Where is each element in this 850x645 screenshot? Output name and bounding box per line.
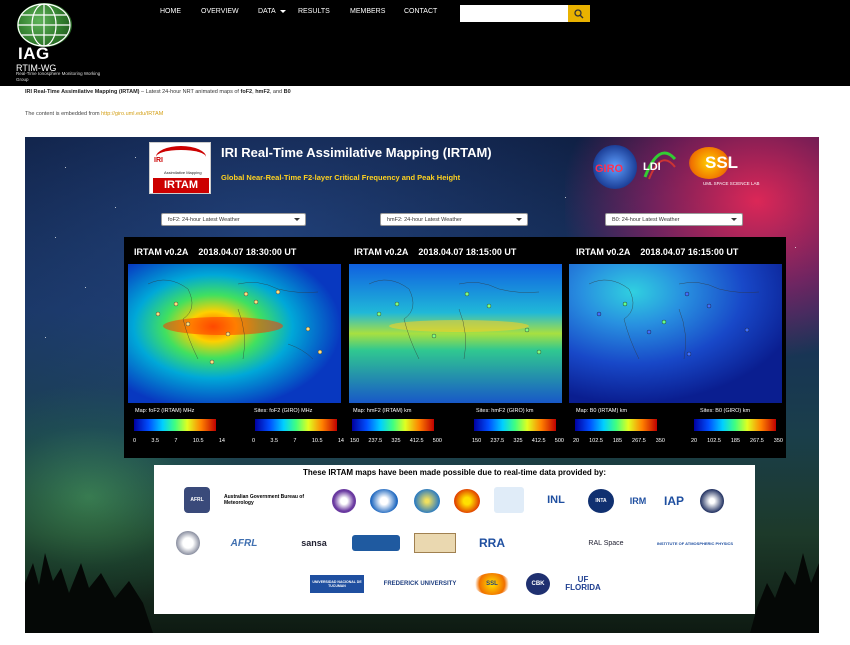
- map-title-fof2: IRTAM v0.2A 2018.04.07 18:30:00 UT: [134, 247, 297, 257]
- colorbar-ticks: 150 237.5 325 412.5 500: [472, 438, 564, 444]
- sponsor-logo-uf[interactable]: UF FLORIDA: [565, 571, 601, 597]
- sponsor-logo[interactable]: Australian Government Bureau of Meteorol…: [224, 489, 316, 511]
- sponsor-logo-iap[interactable]: IAP: [660, 491, 688, 511]
- search-button[interactable]: [568, 5, 590, 22]
- sponsor-logo[interactable]: [370, 489, 398, 513]
- irtam-maps-panel: IRTAM v0.2A 2018.04.07 18:30:00 UT Map: …: [124, 237, 786, 458]
- sponsor-logo-irm[interactable]: IRM: [626, 489, 650, 513]
- sponsor-logo-inta[interactable]: INTA: [588, 489, 614, 513]
- map-label-b0: Map: B0 (IRTAM) km: [576, 408, 628, 414]
- colorbar-map-hmf2: [352, 419, 434, 431]
- sponsors-heading: These IRTAM maps have been made possible…: [302, 468, 607, 477]
- colorbar-map-fof2: [134, 419, 216, 431]
- sponsor-logo-iap-cz[interactable]: INSTITUTE OF ATMOSPHERIC PHYSICS: [652, 531, 738, 555]
- map-fof2[interactable]: [128, 264, 341, 403]
- irtam-embedded-frame: IRI Assimilative Mapping IRTAM IRI Real-…: [25, 137, 819, 633]
- chevron-down-icon: [279, 9, 286, 13]
- colorbar-ticks: 150 237.5 325 412.5 500: [350, 438, 442, 444]
- map-title-hmf2: IRTAM v0.2A 2018.04.07 18:15:00 UT: [354, 247, 517, 257]
- nav-data[interactable]: DATA: [258, 8, 286, 15]
- chevron-down-icon: [294, 218, 300, 221]
- sponsor-logo-ssl[interactable]: SSL: [474, 573, 510, 595]
- chevron-down-icon: [731, 218, 737, 221]
- intro-title: IRI Real-Time Assimilative Mapping (IRTA…: [25, 89, 140, 95]
- nav-results[interactable]: RESULTS: [298, 8, 330, 15]
- sponsor-logo[interactable]: [700, 489, 724, 513]
- sponsor-logo-unt[interactable]: UNIVERSIDAD NACIONAL DE TUCUMAN: [310, 575, 364, 593]
- ldi-logo: LDI: [641, 147, 679, 187]
- map-label-hmf2: Map: hmF2 (IRTAM) km: [353, 408, 412, 414]
- embed-source-link[interactable]: http://giro.uml.edu/IRTAM: [101, 111, 163, 117]
- irtam-subtitle: Global Near-Real-Time F2-layer Critical …: [221, 173, 461, 182]
- colorbar-map-b0: [575, 419, 657, 431]
- top-navigation-bar: IAG RTIM-WG Real-Time Ionosphere Monitor…: [0, 0, 850, 86]
- ssl-logo: SSL UML SPACE SCIENCE LAB: [685, 143, 765, 191]
- sponsor-logo[interactable]: [524, 533, 562, 553]
- sponsor-logo[interactable]: [332, 489, 356, 513]
- nav-contact[interactable]: CONTACT: [404, 8, 437, 15]
- colorbar-sites-b0: [694, 419, 776, 431]
- search-icon: [574, 9, 584, 19]
- irtam-title: IRI Real-Time Assimilative Mapping (IRTA…: [221, 145, 492, 160]
- sponsor-logo-afrl[interactable]: AFRL: [214, 533, 274, 553]
- intro-line: IRI Real-Time Assimilative Mapping (IRTA…: [25, 89, 291, 95]
- colorbar-ticks: 20 102.5 185 267.5 350: [573, 438, 665, 444]
- nav-home[interactable]: HOME: [160, 8, 181, 15]
- irtam-logo: IRI Assimilative Mapping IRTAM: [149, 142, 211, 194]
- sponsor-logo-rra[interactable]: RRA: [470, 533, 514, 553]
- hmf2-select[interactable]: hmF2: 24-hour Latest Weather: [380, 213, 528, 226]
- sponsor-logo[interactable]: [352, 535, 400, 551]
- chevron-down-icon: [516, 218, 522, 221]
- fof2-select[interactable]: foF2: 24-hour Latest Weather: [161, 213, 306, 226]
- map-label-fof2: Map: foF2 (IRTAM) MHz: [135, 408, 195, 414]
- sponsor-logo-inl[interactable]: INL: [536, 489, 576, 511]
- sponsor-logo[interactable]: [494, 487, 524, 513]
- colorbar-sites-hmf2: [474, 419, 556, 431]
- page: IAG RTIM-WG Real-Time Ionosphere Monitor…: [0, 0, 850, 645]
- colorbar-ticks: 0 3.5 7 10.5 14: [252, 438, 344, 444]
- partner-logos: GIRO LDI SSL UML SPACE SCIENCE LAB: [593, 141, 773, 193]
- sponsor-logo[interactable]: [414, 533, 456, 553]
- embed-note: The content is embedded from http://giro…: [25, 111, 164, 117]
- colorbar-ticks: 20 102.5 185 267.5 350: [691, 438, 783, 444]
- b0-select[interactable]: B0: 24-hour Latest Weather: [605, 213, 743, 226]
- sites-label-fof2: Sites: foF2 (GIRO) MHz: [254, 408, 313, 414]
- map-b0[interactable]: [569, 264, 782, 403]
- giro-logo: GIRO: [593, 145, 637, 189]
- sponsor-logo-cbk[interactable]: CBK: [526, 573, 550, 595]
- nav-members[interactable]: MEMBERS: [350, 8, 385, 15]
- map-hmf2[interactable]: [349, 264, 562, 403]
- nav-overview[interactable]: OVERVIEW: [201, 8, 239, 15]
- sponsors-panel: These IRTAM maps have been made possible…: [154, 465, 755, 614]
- sponsor-logo[interactable]: [454, 489, 480, 513]
- sponsor-logo-frederick[interactable]: FREDERICK UNIVERSITY: [376, 575, 464, 593]
- iag-globe-logo-icon[interactable]: [17, 3, 72, 47]
- sites-label-hmf2: Sites: hmF2 (GIRO) km: [476, 408, 534, 414]
- sponsor-logo-ral-space[interactable]: RAL Space: [574, 533, 638, 553]
- colorbar-sites-fof2: [255, 419, 337, 431]
- map-title-b0: IRTAM v0.2A 2018.04.07 16:15:00 UT: [576, 247, 739, 257]
- sponsor-logo[interactable]: [414, 489, 440, 513]
- sponsor-logo[interactable]: AFRL: [184, 487, 210, 513]
- site-tagline: Real-Time Ionosphere Monitoring Working …: [16, 71, 101, 82]
- iag-logo-text[interactable]: IAG: [18, 44, 50, 64]
- sponsor-logo-sansa[interactable]: sansa: [288, 533, 340, 553]
- sponsor-logo[interactable]: [176, 531, 200, 555]
- sites-label-b0: Sites: B0 (GIRO) km: [700, 408, 751, 414]
- search-input[interactable]: [460, 5, 568, 22]
- colorbar-ticks: 0 3.5 7 10.5 14: [133, 438, 225, 444]
